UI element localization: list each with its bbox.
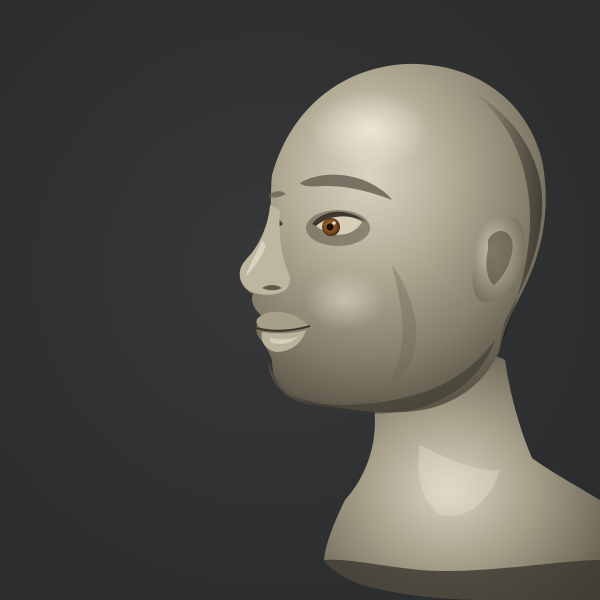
head-sculpt-render — [239, 63, 600, 600]
pupil-shape — [326, 223, 334, 231]
eye-glint — [332, 221, 336, 225]
render-viewport — [0, 0, 600, 600]
crown-highlight — [310, 90, 430, 170]
cheek-highlight — [305, 270, 385, 330]
